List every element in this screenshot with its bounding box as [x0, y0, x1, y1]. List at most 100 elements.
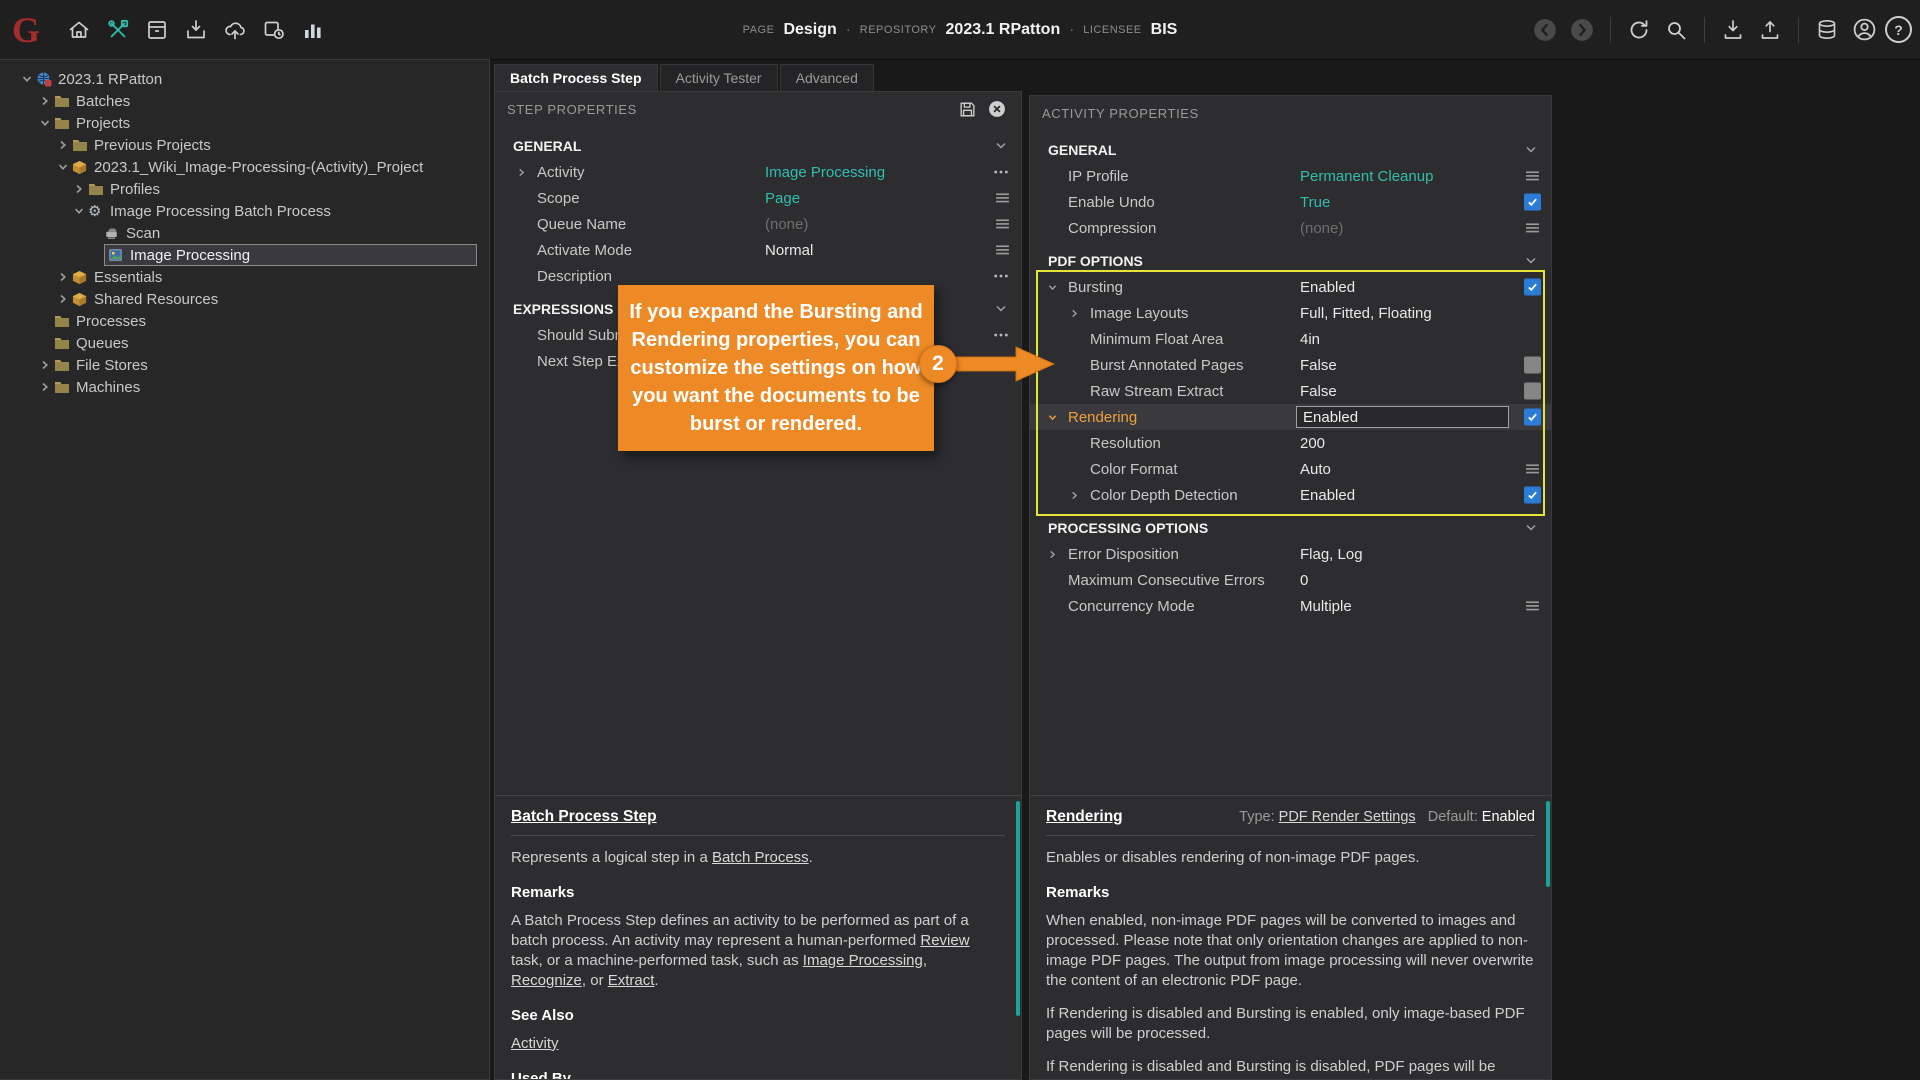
search-icon[interactable]	[1660, 14, 1692, 46]
forward-icon[interactable]	[1566, 14, 1598, 46]
chevron-right-icon[interactable]	[36, 360, 54, 370]
batch-process-link[interactable]: Batch Process	[712, 849, 809, 866]
tree-item-profiles[interactable]: Profiles	[0, 178, 489, 200]
chevron-right-icon[interactable]	[54, 140, 72, 150]
chevron-down-icon[interactable]	[54, 162, 72, 172]
menu-button[interactable]	[1526, 171, 1539, 182]
save-icon[interactable]	[955, 97, 979, 121]
chevron-right-icon[interactable]	[70, 184, 88, 194]
home-icon[interactable]	[63, 14, 95, 46]
checkbox-checked[interactable]	[1524, 193, 1541, 211]
tree-item-wiki-project[interactable]: 2023.1_Wiki_Image-Processing-(Activity)_…	[0, 156, 489, 178]
tree-item-queues[interactable]: Queues	[0, 332, 489, 354]
archive-box-icon[interactable]	[141, 14, 173, 46]
property-row-color-format[interactable]: Color Format Auto	[1030, 456, 1551, 482]
chevron-right-icon[interactable]	[517, 168, 537, 177]
cloud-upload-icon[interactable]	[219, 14, 251, 46]
property-row-queue-name[interactable]: Queue Name (none)	[495, 211, 1021, 237]
chevron-down-icon[interactable]	[18, 74, 36, 84]
chevron-down-icon[interactable]	[36, 118, 54, 128]
property-row-activate-mode[interactable]: Activate Mode Normal	[495, 237, 1021, 263]
property-row-raw-stream-extract[interactable]: Raw Stream Extract False	[1030, 378, 1551, 404]
tree-item-image-processing[interactable]: Image Processing	[0, 244, 489, 266]
chevron-down-icon[interactable]	[1525, 523, 1537, 532]
chevron-down-icon[interactable]	[995, 304, 1007, 313]
tree-item-machines[interactable]: Machines	[0, 376, 489, 398]
doc-title-link[interactable]: Rendering	[1046, 808, 1123, 826]
menu-button[interactable]	[996, 193, 1009, 204]
chevron-down-icon[interactable]	[1525, 145, 1537, 154]
tree-item-scan[interactable]: Scan	[0, 222, 489, 244]
selected-node-box[interactable]: Image Processing	[104, 244, 477, 266]
scrollbar-thumb[interactable]	[1546, 801, 1550, 887]
checkbox-checked[interactable]	[1524, 486, 1541, 504]
section-pdf-options[interactable]: PDF OPTIONS	[1030, 247, 1551, 274]
property-row-ip-profile[interactable]: IP Profile Permanent Cleanup	[1030, 163, 1551, 189]
checkbox-checked[interactable]	[1524, 408, 1541, 426]
tab-activity-tester[interactable]: Activity Tester	[659, 64, 778, 91]
review-link[interactable]: Review	[920, 932, 969, 949]
property-row-concurrency-mode[interactable]: Concurrency Mode Multiple	[1030, 593, 1551, 619]
chevron-down-icon[interactable]	[1048, 413, 1068, 422]
rendering-value-editor[interactable]: Enabled	[1296, 406, 1509, 428]
extract-link[interactable]: Extract	[608, 972, 655, 989]
pdf-render-settings-link[interactable]: PDF Render Settings	[1279, 809, 1416, 825]
tree-item-processes[interactable]: Processes	[0, 310, 489, 332]
database-stack-icon[interactable]	[1811, 14, 1843, 46]
stats-bars-icon[interactable]	[297, 14, 329, 46]
chevron-down-icon[interactable]	[1525, 256, 1537, 265]
upload-icon[interactable]	[1754, 14, 1786, 46]
ellipsis-button[interactable]	[993, 333, 1009, 338]
tab-advanced[interactable]: Advanced	[779, 64, 874, 91]
tree-item-file-stores[interactable]: File Stores	[0, 354, 489, 376]
menu-button[interactable]	[1526, 464, 1539, 475]
tools-icon[interactable]	[102, 14, 134, 46]
tree-item-repository[interactable]: 2023.1 RPatton	[0, 68, 489, 90]
property-row-enable-undo[interactable]: Enable Undo True	[1030, 189, 1551, 215]
chevron-right-icon[interactable]	[36, 382, 54, 392]
import-box-icon[interactable]	[180, 14, 212, 46]
chevron-down-icon[interactable]	[1048, 283, 1068, 292]
property-row-maximum-consecutive-errors[interactable]: Maximum Consecutive Errors 0	[1030, 567, 1551, 593]
checkbox-checked[interactable]	[1524, 278, 1541, 296]
property-row-bursting[interactable]: Bursting Enabled	[1030, 274, 1551, 300]
activity-link[interactable]: Activity	[511, 1035, 559, 1052]
menu-button[interactable]	[1526, 601, 1539, 612]
property-row-scope[interactable]: Scope Page	[495, 185, 1021, 211]
menu-button[interactable]	[996, 245, 1009, 256]
chevron-down-icon[interactable]	[70, 206, 88, 216]
property-row-minimum-float-area[interactable]: Minimum Float Area 4in	[1030, 326, 1551, 352]
chevron-right-icon[interactable]	[36, 96, 54, 106]
property-row-image-layouts[interactable]: Image Layouts Full, Fitted, Floating	[1030, 300, 1551, 326]
chevron-down-icon[interactable]	[995, 141, 1007, 150]
chevron-right-icon[interactable]	[54, 294, 72, 304]
page-value[interactable]: Design	[783, 21, 836, 39]
property-row-activity[interactable]: Activity Image Processing	[495, 159, 1021, 185]
menu-button[interactable]	[996, 219, 1009, 230]
property-row-error-disposition[interactable]: Error Disposition Flag, Log	[1030, 541, 1551, 567]
section-general[interactable]: GENERAL	[1030, 136, 1551, 163]
tree-item-batches[interactable]: Batches	[0, 90, 489, 112]
ellipsis-button[interactable]	[993, 170, 1009, 175]
tree-item-essentials[interactable]: Essentials	[0, 266, 489, 288]
repository-value[interactable]: 2023.1 RPatton	[946, 21, 1061, 39]
tab-batch-process-step[interactable]: Batch Process Step	[494, 64, 658, 91]
recognize-link[interactable]: Recognize	[511, 972, 582, 989]
help-icon[interactable]: ?	[1885, 16, 1912, 43]
chevron-right-icon[interactable]	[1070, 309, 1090, 318]
chevron-right-icon[interactable]	[1048, 550, 1068, 559]
user-icon[interactable]	[1848, 14, 1880, 46]
back-icon[interactable]	[1529, 14, 1561, 46]
image-processing-link[interactable]: Image Processing	[803, 952, 923, 969]
checkbox-unchecked[interactable]	[1524, 356, 1541, 374]
licensee-value[interactable]: BIS	[1151, 21, 1178, 39]
refresh-icon[interactable]	[1623, 14, 1655, 46]
doc-title-link[interactable]: Batch Process Step	[511, 808, 657, 826]
tree-item-previous-projects[interactable]: Previous Projects	[0, 134, 489, 156]
chevron-right-icon[interactable]	[1070, 491, 1090, 500]
section-processing-options[interactable]: PROCESSING OPTIONS	[1030, 514, 1551, 541]
scheduled-batch-icon[interactable]	[258, 14, 290, 46]
property-row-burst-annotated-pages[interactable]: Burst Annotated Pages False	[1030, 352, 1551, 378]
checkbox-unchecked[interactable]	[1524, 382, 1541, 400]
tree-item-shared-resources[interactable]: Shared Resources	[0, 288, 489, 310]
